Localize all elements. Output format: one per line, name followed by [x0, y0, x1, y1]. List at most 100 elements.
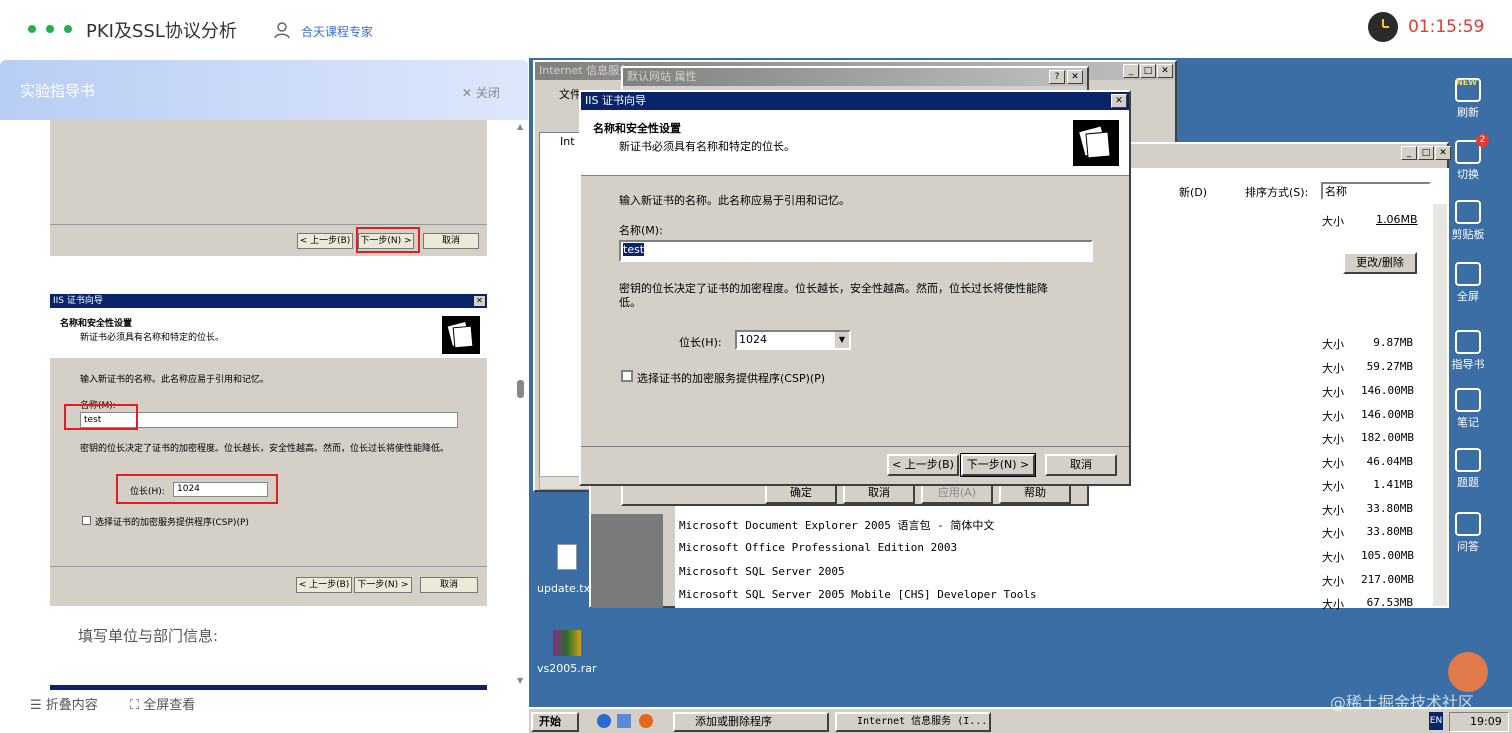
wizard-subheading: 新证书必须具有名称和特定的位长。: [619, 140, 795, 153]
rar-archive-icon[interactable]: [553, 630, 581, 656]
bits-label: 位长(H):: [679, 336, 722, 349]
close-button[interactable]: ✕: [1157, 64, 1173, 78]
close-button[interactable]: ✕: [1067, 70, 1083, 84]
size-value: 9.87MB: [1373, 336, 1413, 349]
minimize-button[interactable]: _: [1123, 64, 1139, 78]
program-name[interactable]: Microsoft Document Explorer 2005 语言包 - 简…: [679, 517, 994, 533]
guide-instruction-text: 填写单位与部门信息:: [78, 627, 219, 645]
props-title: 默认网站 属性: [627, 70, 697, 83]
collapse-content-button[interactable]: ☰ 折叠内容: [30, 694, 98, 713]
system-clock: 19:09: [1449, 712, 1509, 732]
language-indicator[interactable]: EN: [1429, 712, 1443, 730]
guide-screenshot-2: IIS 证书向导 ✕ 名称和安全性设置 新证书必须具有名称和特定的位长。 输入新…: [50, 294, 487, 606]
size-label: 大小: [1322, 410, 1344, 423]
show-updates-label: 新(D): [1179, 186, 1208, 199]
menu-file[interactable]: 文件: [559, 86, 581, 102]
close-button[interactable]: ✕: [1111, 94, 1127, 108]
start-button[interactable]: 开始: [531, 712, 579, 732]
wizard-cancel-button[interactable]: 取消: [1045, 454, 1117, 476]
program-name[interactable]: Microsoft SQL Server 2005 Mobile [CHS] D…: [679, 588, 1037, 601]
maximize-button[interactable]: □: [1140, 64, 1156, 78]
size-label: 大小: [1322, 527, 1344, 540]
wizard-prev-button[interactable]: < 上一步(B): [887, 454, 959, 476]
toolbar-label: 问答: [1457, 540, 1479, 553]
toolbar-label: 题题: [1457, 476, 1479, 489]
maximize-button[interactable]: □: [1418, 146, 1434, 160]
guide-button[interactable]: 指导书: [1446, 330, 1490, 372]
toolbar-label: 切换: [1457, 168, 1479, 181]
guide-scrollbar[interactable]: ▲ ▼: [514, 120, 526, 690]
certificate-icon: [1073, 120, 1119, 166]
props-titlebar: 默认网站 属性: [623, 68, 1087, 86]
fullscreen-button[interactable]: 全屏: [1446, 262, 1490, 304]
toolbar-label: 指导书: [1451, 358, 1485, 371]
shot2-prev-button: < 上一步(B): [296, 577, 352, 593]
notes-button[interactable]: 笔记: [1446, 388, 1490, 430]
ie-icon[interactable]: [597, 714, 611, 728]
clipboard-button[interactable]: 剪贴板: [1446, 200, 1490, 242]
scroll-thumb[interactable]: [517, 380, 524, 398]
csp-label: 选择证书的加密服务提供程序(CSP)(P): [637, 372, 826, 385]
course-expert-link[interactable]: 合天课程专家: [301, 23, 373, 40]
chevron-down-icon[interactable]: ▼: [835, 332, 849, 348]
size-label: 大小: [1322, 386, 1344, 399]
bit-length-select[interactable]: 1024 ▼: [735, 330, 851, 350]
size-value: 1.06MB: [1376, 213, 1418, 226]
top-bar: PKI及SSL协议分析 合天课程专家 01:15:59: [0, 0, 1512, 58]
wizard-header: 名称和安全性设置 新证书必须具有名称和特定的位长。: [581, 110, 1129, 176]
certificate-name-input[interactable]: test: [619, 240, 1093, 262]
size-label: 大小: [1322, 551, 1344, 564]
size-label: 大小: [1322, 480, 1344, 493]
iis-certificate-wizard[interactable]: IIS 证书向导 ✕ 名称和安全性设置 新证书必须具有名称和特定的位长。 输入新…: [579, 90, 1131, 486]
text-file-icon[interactable]: [557, 544, 577, 570]
bits-description: 密钥的位长决定了证书的加密程度。位长越长，安全性越高。然而，位长过长将使性能降低…: [619, 282, 1048, 309]
remote-desktop[interactable]: Internet 信息服务 _ □ ✕ 文件 Int _ □ ✕ 新(D) 排序…: [529, 58, 1512, 733]
notification-badge: 2: [1476, 134, 1489, 147]
list-scrollbar[interactable]: [1433, 204, 1447, 606]
help-icon[interactable]: ?: [1049, 70, 1065, 84]
countdown-timer: 01:15:59: [1408, 17, 1485, 37]
scroll-down-icon[interactable]: ▼: [517, 676, 523, 685]
shot1-prev-button: < 上一步(B): [297, 233, 353, 249]
explorer-icon[interactable]: [617, 714, 631, 728]
size-value: 33.80MB: [1366, 525, 1413, 538]
status-dot: [28, 25, 36, 33]
sort-select[interactable]: 名称: [1321, 182, 1431, 200]
bit-length-value: 1024: [739, 333, 767, 346]
firefox-icon[interactable]: [639, 714, 653, 728]
tree-item[interactable]: Int: [560, 135, 575, 148]
toolbar-label: 全屏: [1457, 290, 1479, 303]
csp-checkbox[interactable]: [621, 370, 633, 382]
desktop-icon-label[interactable]: update.tx: [537, 582, 590, 595]
task-iis[interactable]: Internet 信息服务 (I...: [835, 712, 991, 732]
guide-close-button[interactable]: ✕ 关闭: [462, 84, 500, 101]
scroll-up-icon[interactable]: ▲: [517, 122, 523, 131]
size-value: 146.00MB: [1361, 384, 1414, 397]
wrench-icon[interactable]: [1448, 652, 1488, 692]
desktop-icon-label[interactable]: vs2005.rar: [537, 662, 597, 675]
size-value: 105.00MB: [1361, 549, 1414, 562]
program-name[interactable]: Microsoft Office Professional Edition 20…: [679, 541, 957, 554]
shot1-cancel-button: 取消: [423, 233, 479, 249]
guide-content: < 上一步(B) 下一步(N) > 取消 IIS 证书向导 ✕ 名称和安全性设置…: [0, 120, 528, 690]
shot2-close-icon: ✕: [474, 296, 485, 306]
task-add-remove[interactable]: 添加或删除程序: [673, 712, 829, 732]
wizard-intro: 输入新证书的名称。此名称应易于引用和记忆。: [619, 194, 850, 207]
fullscreen-view-button[interactable]: ⛶ 全屏查看: [130, 694, 195, 713]
toolbar-label: 笔记: [1457, 416, 1479, 429]
size-label: 大小: [1322, 457, 1344, 470]
program-name[interactable]: Microsoft SQL Server 2005: [679, 565, 845, 578]
shot2-subheading: 新证书必须具有名称和特定的位长。: [80, 333, 225, 343]
iis-window-title: Internet 信息服务: [539, 64, 631, 77]
qa-button[interactable]: 问答: [1446, 512, 1490, 554]
size-label: 大小: [1322, 598, 1344, 611]
wizard-next-button[interactable]: 下一步(N) >: [960, 453, 1036, 477]
questions-button[interactable]: 题题: [1446, 448, 1490, 490]
watermark: @稀土掘金技术社区: [1330, 693, 1475, 712]
change-remove-button[interactable]: 更改/删除: [1343, 252, 1417, 274]
size-label: 大小: [1322, 215, 1344, 228]
size-value: 46.04MB: [1366, 455, 1413, 468]
minimize-button[interactable]: _: [1401, 146, 1417, 160]
name-label: 名称(M):: [619, 224, 663, 237]
size-value: 59.27MB: [1366, 360, 1413, 373]
